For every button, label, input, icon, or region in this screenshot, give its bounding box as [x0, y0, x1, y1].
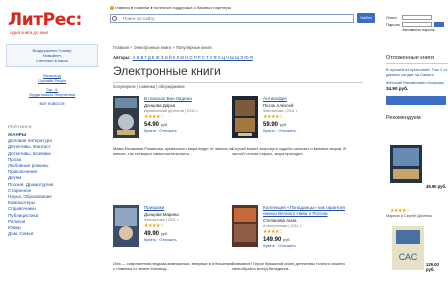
sidebar-link[interactable]: Офлайн Рецел [38, 78, 66, 83]
divider [113, 82, 363, 83]
book-description: Внимание! Герои бумажной книги детективы… [232, 261, 345, 272]
recommended-price: 129.00 руб. [426, 262, 439, 272]
book-price: 49.90 руб. [144, 231, 169, 237]
book-actions[interactable]: Купить · Отложить [263, 244, 355, 248]
book-description: Мама Евлампия Романова, привычного мира … [113, 146, 233, 157]
book-title[interactable]: В поисках Бин Ладена [144, 96, 236, 102]
recommend-title: Рекомендуем [386, 115, 421, 121]
sidebar-links: Вечноход Офлайн Рецел Тор. Ч. Эрудитомозэ … [0, 73, 104, 97]
login-label: Логин [386, 15, 397, 20]
top-nav-links[interactable]: главная ● новинки ● полезное поддержка о… [110, 5, 231, 10]
breadcrumb[interactable]: Главная » Электронные книги » Популярные… [113, 45, 212, 50]
book-price: 59.90 руб. [263, 122, 288, 128]
deferred-price: 34.90 руб. [386, 86, 409, 91]
password-field[interactable] [402, 22, 432, 27]
recommended-book-cover[interactable]: САС [392, 226, 424, 270]
book-actions[interactable]: Купить · Отложить [144, 129, 236, 133]
login-form: Логин Пароль Запомнить пароль [386, 14, 444, 32]
page-title: Электронные книги [113, 64, 221, 78]
svg-text:САС: САС [399, 252, 418, 262]
book-title[interactable]: Призраки [144, 205, 236, 211]
deferred-book-link[interactable]: В лучшей из пристаней. Том 1 от данных с… [386, 67, 448, 77]
right-sidebar: Отложенные книги В лучшей из пристаней. … [386, 55, 448, 121]
book-cover[interactable] [113, 96, 139, 138]
deferred-book-author: Женский Михайлович Кошкова [386, 80, 444, 85]
genre-list: ЖАНРЫ Деловая литература Детективы, Фант… [8, 132, 104, 237]
rating-stars: ★★★★☆ [144, 114, 164, 120]
book-cover[interactable] [232, 205, 258, 247]
book-price: 54.90 руб. [144, 122, 169, 128]
rating-stars: ★★★★☆ [263, 114, 283, 120]
password-label: Пароль [386, 22, 400, 27]
rating-stars: ★★★★☆ [263, 229, 283, 235]
sidebar-link[interactable]: Эрудитомозэ Энергетики [29, 92, 75, 97]
ratings-heading: РЕЙТИНГИ [8, 124, 32, 129]
authors-label: Авторы: [113, 55, 131, 60]
search-input[interactable]: Поиск по сайту [110, 14, 354, 23]
logo-tagline: одна книга до книг [10, 30, 49, 35]
all-news-link[interactable]: все новости [0, 101, 104, 106]
left-sidebar: Воздержанно Голиер Новыйнет с вечнаго в … [0, 40, 104, 237]
deferred-books-title: Отложенные книги [386, 55, 448, 64]
book-cover[interactable] [113, 205, 139, 247]
recommended-author: Марина и Сергей Дяченко [386, 214, 433, 218]
book-price: 149.90 руб. [263, 237, 291, 243]
book-actions[interactable]: Купить · Отложить [144, 238, 236, 242]
book-actions[interactable]: Купить · Отложить [263, 129, 355, 133]
litres-logo[interactable]: ЛитРес: [8, 10, 82, 30]
genre-item[interactable]: Дом, Семья [8, 231, 104, 237]
book-title[interactable]: Антиахфре [263, 96, 355, 102]
book-description: Случай может затронуть судьбы сильных и … [232, 146, 347, 157]
recommended-price: 49.90 руб. [426, 184, 447, 189]
rating-stars: ★★★★☆ [144, 223, 164, 229]
authors-alphabet[interactable]: Авторы: А Б В Г Д Е Ж З И Й К Л М Н О П Р… [113, 55, 253, 60]
book-cover[interactable] [232, 96, 258, 138]
book-description: Она — современная ведьма-вампирочка, впе… [113, 261, 233, 272]
book-title[interactable]: Коллекция «Попаданцы» как гарантия смены… [263, 205, 355, 217]
search-icon [112, 16, 117, 21]
sort-tabs[interactable]: популярное | новинки | обсуждаемое [113, 84, 185, 89]
search-button[interactable]: Найти [357, 13, 375, 23]
star-icon [110, 5, 114, 10]
login-field[interactable] [402, 15, 432, 20]
recommended-book-cover[interactable] [390, 145, 422, 183]
deferred-button[interactable] [386, 96, 446, 105]
remember-checkbox[interactable]: Запомнить пароль [402, 28, 444, 32]
login-button[interactable] [434, 22, 444, 27]
promo-box[interactable]: Воздержанно Голиер Новыйнет с вечнаго в … [6, 44, 98, 67]
